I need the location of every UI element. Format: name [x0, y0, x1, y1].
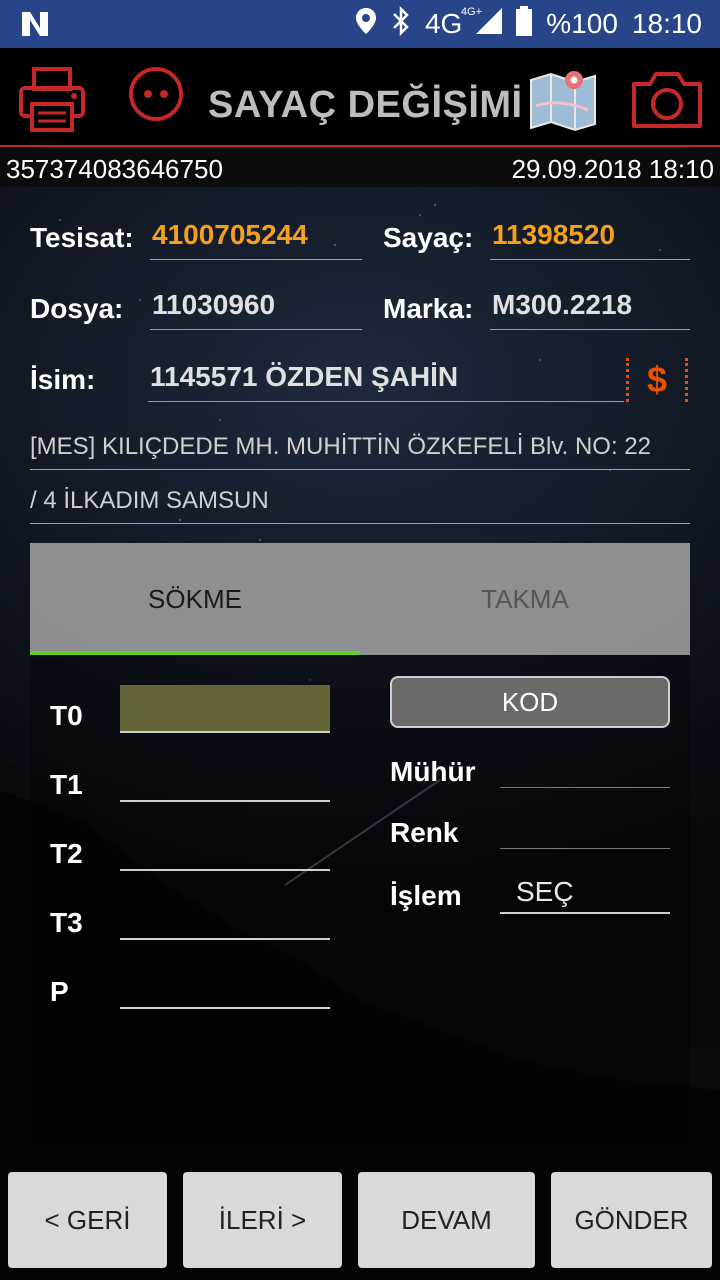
t3-input[interactable]: [120, 892, 330, 940]
tesisat-label: Tesisat:: [30, 222, 134, 253]
page-title: SAYAÇ DEĞİŞİMİ: [208, 84, 523, 126]
device-imei: 357374083646750: [6, 154, 223, 184]
date-time: 29.09.2018 18:10: [511, 154, 714, 184]
t0-label: T0: [50, 700, 83, 731]
more-options-icon[interactable]: [128, 66, 184, 127]
renk-label: Renk: [390, 817, 459, 848]
dosya-label: Dosya:: [30, 293, 124, 324]
tab-bar: SÖKME TAKMA: [30, 543, 690, 655]
t1-label: T1: [50, 769, 83, 800]
continue-button[interactable]: DEVAM: [358, 1172, 535, 1268]
network-label: 4G: [424, 8, 463, 39]
marka-field[interactable]: M300.2218: [490, 286, 690, 330]
info-strip: 357374083646750 29.09.2018 18:10: [0, 149, 720, 187]
kod-button[interactable]: KOD: [390, 676, 670, 728]
tab-sokme[interactable]: SÖKME: [30, 543, 360, 655]
address-line-1: [MES] KILIÇDEDE MH. MUHİTTİN ÖZKEFELİ Bl…: [30, 430, 690, 470]
p-label: P: [50, 976, 69, 1007]
islem-select[interactable]: SEÇ: [500, 872, 670, 914]
marka-label: Marka:: [383, 293, 474, 324]
battery-icon: [516, 5, 533, 43]
isim-label: İsim:: [30, 364, 96, 395]
t3-label: T3: [50, 907, 83, 938]
address-line-2: / 4 İLKADIM SAMSUN: [30, 484, 690, 524]
t2-label: T2: [50, 838, 83, 869]
battery-level: %100: [546, 8, 618, 39]
send-button[interactable]: GÖNDER: [551, 1172, 712, 1268]
muhur-input[interactable]: [500, 748, 670, 788]
camera-icon[interactable]: [630, 70, 704, 135]
printer-icon[interactable]: [18, 66, 86, 137]
payment-dollar-icon[interactable]: $: [626, 358, 688, 402]
muhur-label: Mühür: [390, 756, 476, 787]
islem-label: İşlem: [390, 880, 462, 911]
location-icon: [355, 7, 377, 42]
sayac-label: Sayaç:: [383, 222, 474, 253]
next-button[interactable]: İLERİ >: [183, 1172, 342, 1268]
tab-takma[interactable]: TAKMA: [360, 543, 690, 655]
t1-input[interactable]: [120, 754, 330, 802]
map-icon[interactable]: [528, 70, 598, 137]
isim-field[interactable]: 1145571 ÖZDEN ŞAHİN: [148, 358, 624, 402]
status-bar: 4G 4G+ %100 18:10: [0, 0, 720, 48]
t2-input[interactable]: [120, 823, 330, 871]
dosya-field[interactable]: 11030960: [150, 286, 362, 330]
tesisat-field[interactable]: 4100705244: [150, 216, 362, 260]
sayac-field[interactable]: 11398520: [490, 216, 690, 260]
active-tab-indicator: [30, 651, 360, 655]
app-header: SAYAÇ DEĞİŞİMİ: [0, 48, 720, 147]
renk-input[interactable]: [500, 809, 670, 849]
clock: 18:10: [631, 8, 702, 39]
p-input[interactable]: [120, 961, 330, 1009]
n-logo-icon: [20, 10, 50, 43]
network-indicator: 4G 4G+: [424, 6, 482, 40]
back-button[interactable]: < GERİ: [8, 1172, 167, 1268]
bluetooth-icon: [391, 5, 411, 43]
t0-input[interactable]: [120, 685, 330, 733]
network-sub-label: 4G+: [460, 6, 483, 18]
